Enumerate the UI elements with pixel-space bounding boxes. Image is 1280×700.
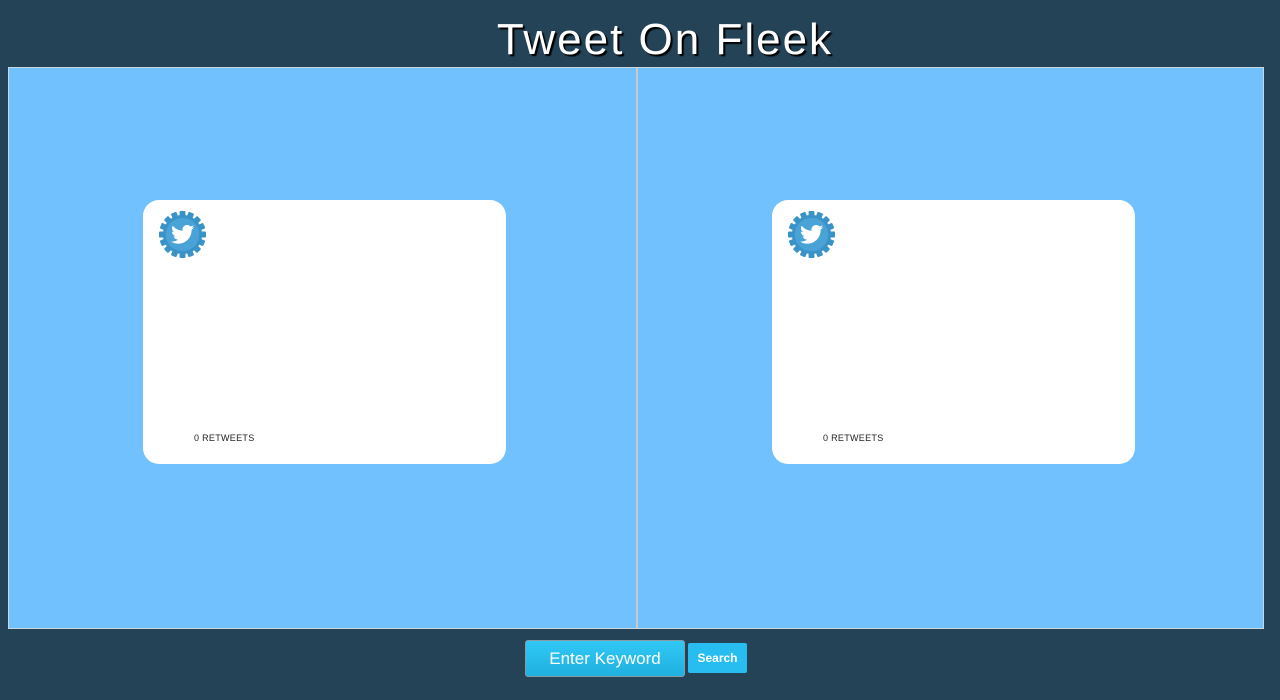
twitter-gear-icon [787,210,836,259]
page-title: Tweet On Fleek [496,15,834,64]
tweet-stage: 0 RETWEETS 0 RETWEETS [8,67,1264,629]
keyword-input[interactable] [525,640,685,677]
retweet-count: 0 RETWEETS [823,433,884,443]
stage-divider [636,68,638,628]
tweet-card-left: 0 RETWEETS [143,200,506,464]
twitter-gear-icon [158,210,207,259]
retweet-count: 0 RETWEETS [194,433,255,443]
tweet-card-right: 0 RETWEETS [772,200,1135,464]
search-button[interactable]: Search [688,643,747,673]
